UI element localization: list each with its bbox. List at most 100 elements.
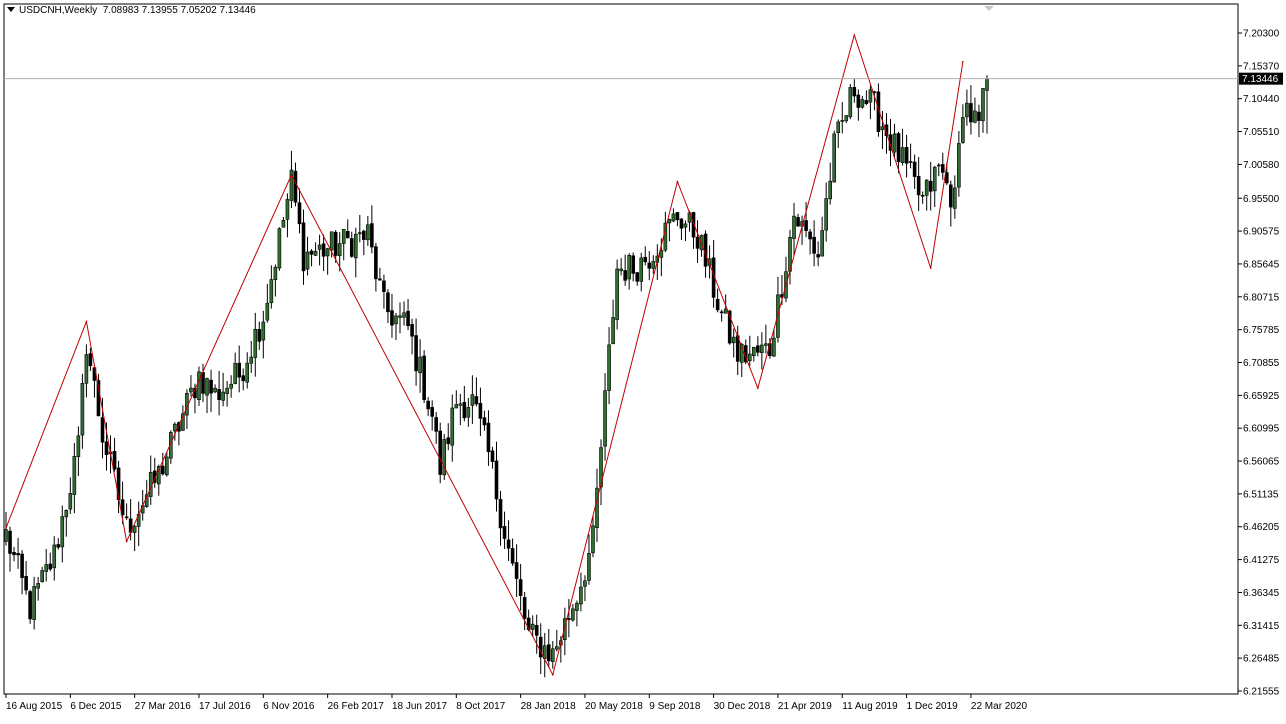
candle-bear <box>301 222 306 272</box>
candle-bull <box>860 99 865 108</box>
candle-bear <box>675 212 680 221</box>
candle-bull <box>985 78 989 91</box>
zigzag-point <box>929 267 932 270</box>
candle-bear <box>510 548 515 564</box>
candle-bear <box>506 539 511 549</box>
candle-bull <box>221 391 225 401</box>
x-tick-label: 11 Aug 2019 <box>842 701 898 712</box>
candle-bull <box>132 525 137 533</box>
zigzag-point <box>757 387 759 389</box>
candle-bull <box>555 646 559 650</box>
candle-bear <box>201 372 205 394</box>
candle-bull <box>824 198 828 231</box>
candle-bull <box>832 133 837 183</box>
candle-bull <box>752 346 756 357</box>
candle-bull <box>366 224 370 241</box>
candle-bear <box>112 451 117 470</box>
candle-bull <box>840 120 845 122</box>
candle-bull <box>269 279 274 304</box>
candle-bear <box>977 111 981 121</box>
candle-bear <box>494 460 499 500</box>
x-tick-label: 1 Dec 2019 <box>907 701 959 712</box>
zigzag-point <box>676 180 679 183</box>
candle-bear <box>474 396 479 405</box>
candle-bear <box>438 430 443 475</box>
x-tick-label: 6 Nov 2016 <box>263 701 315 712</box>
candle-bull <box>454 404 459 409</box>
candle-bear <box>378 278 382 281</box>
candle-bear <box>434 417 438 432</box>
x-tick-label: 28 Jan 2018 <box>521 701 576 712</box>
candle-bull <box>398 315 402 318</box>
candle-bull <box>358 232 362 235</box>
candle-bull <box>892 133 897 153</box>
candle-bull <box>418 356 422 374</box>
candle-bull <box>619 268 623 272</box>
candle-bull <box>249 356 254 364</box>
zigzag-point <box>853 34 856 36</box>
zigzag-point <box>85 320 88 323</box>
candle-bull <box>64 510 69 518</box>
candle-bear <box>896 133 901 163</box>
candle-bull <box>587 553 591 581</box>
candle-bear <box>217 388 221 400</box>
candle-bull <box>273 266 278 280</box>
candle-bear <box>808 231 812 240</box>
candle-bull <box>932 166 937 192</box>
candle-bull <box>772 337 776 357</box>
candle-bull <box>965 102 969 118</box>
candle-bear <box>904 147 909 164</box>
y-tick-label: 6.60995 <box>1243 424 1280 435</box>
candle-bull <box>936 164 941 167</box>
candle-bull <box>583 580 587 587</box>
candle-bull <box>575 602 579 611</box>
zigzag-point <box>5 527 7 529</box>
candle-bull <box>820 230 824 257</box>
candle-bear <box>28 591 32 620</box>
zigzag-point <box>551 673 554 676</box>
candle-bear <box>8 530 12 554</box>
candle-bear <box>534 624 539 636</box>
candle-bear <box>333 231 338 256</box>
candle-bear <box>816 254 820 258</box>
candle-bull <box>84 354 89 384</box>
zigzag-point <box>125 540 128 543</box>
candle-bull <box>579 586 583 605</box>
chart-canvas[interactable]: 7.20300 7.15370 7.10440 7.05510 7.00580 6.955… <box>0 0 1286 719</box>
x-tick-label: 17 Jul 2016 <box>199 701 251 712</box>
dropdown-triangle-icon[interactable] <box>7 7 15 12</box>
y-tick-label: 6.75785 <box>1243 325 1280 336</box>
candle-bull <box>225 387 229 395</box>
candle-bear <box>482 417 487 426</box>
candle-bull <box>900 147 905 163</box>
candle-bear <box>160 465 165 475</box>
candle-bear <box>498 499 503 529</box>
candle-bull <box>844 115 849 122</box>
candle-bull <box>265 302 270 321</box>
candle-bull <box>60 516 65 548</box>
candle-bear <box>321 243 326 257</box>
candle-bull <box>981 88 985 122</box>
candle-bear <box>502 526 507 539</box>
y-tick-label: 7.00580 <box>1243 160 1280 171</box>
x-tick-label: 8 Oct 2017 <box>456 701 505 712</box>
x-tick-label: 26 Feb 2017 <box>328 701 385 712</box>
plot-frame <box>3 3 1239 695</box>
y-tick-label: 6.31415 <box>1243 621 1280 632</box>
candle-bull <box>470 394 475 406</box>
candle-bear <box>16 553 20 556</box>
candle-bull <box>253 329 258 358</box>
candle-bull <box>173 423 177 432</box>
candle-bull <box>305 251 310 270</box>
candle-bear <box>679 218 684 229</box>
candle-bull <box>530 623 535 630</box>
candle-bear <box>345 230 350 239</box>
candle-bear <box>969 103 973 123</box>
candle-bear <box>209 379 213 394</box>
candle-bear <box>237 362 241 378</box>
candle-bear <box>24 576 28 591</box>
candle-bear <box>804 220 808 231</box>
candle-bull <box>4 529 8 542</box>
candle-bear <box>414 335 418 372</box>
candle-bull <box>394 315 398 325</box>
